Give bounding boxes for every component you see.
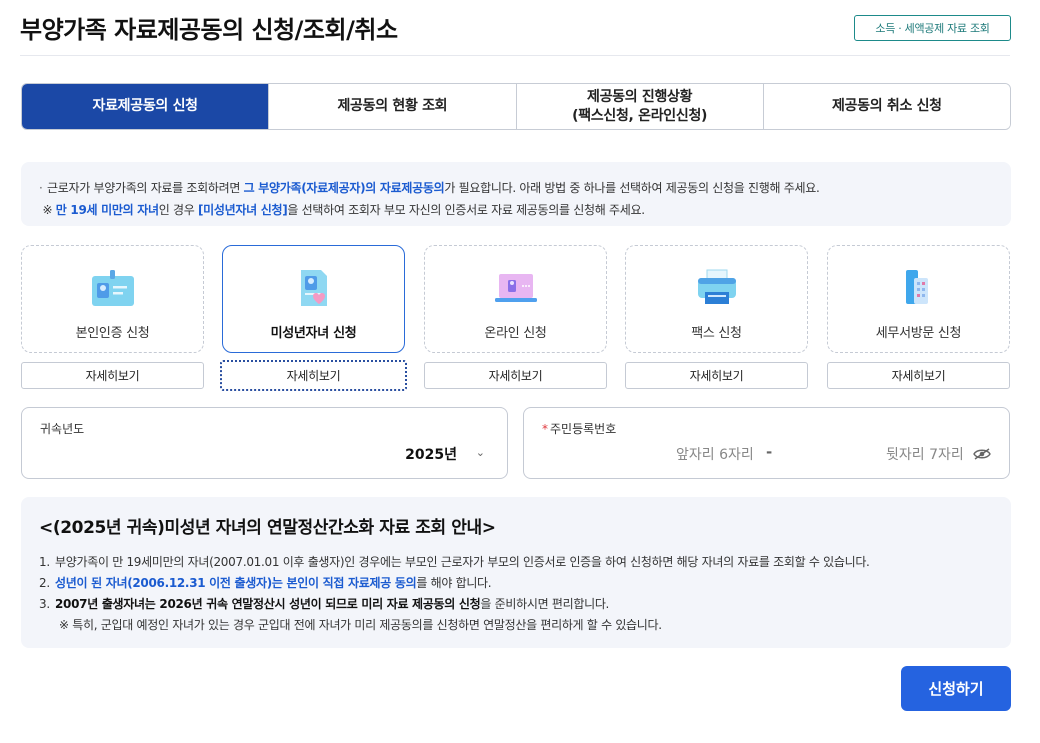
method-card-identity[interactable]: 본인인증 신청 — [21, 245, 204, 353]
tab-sublabel: (팩스신청, 온라인신청) — [572, 107, 708, 124]
year-label: 귀속년도 — [40, 422, 85, 436]
notice-line-2: ※ 만 19세 미만의 자녀인 경우 [미성년자녀 신청]을 선택하여 조회자 … — [42, 203, 646, 217]
rrn-field: * 주민등록번호 앞자리 6자리 - 뒷자리 7자리 — [523, 407, 1010, 479]
title-divider — [20, 55, 1010, 56]
rrn-label: * 주민등록번호 — [542, 422, 617, 436]
rrn-separator: - — [766, 443, 773, 461]
method-label: 팩스 신청 — [691, 326, 742, 341]
info-title: <(2025년 귀속)미성년 자녀의 연말정산간소화 자료 조회 안내> — [39, 518, 496, 538]
rrn-front-input[interactable]: 앞자리 6자리 — [676, 444, 754, 464]
rrn-back-input[interactable]: 뒷자리 7자리 — [886, 444, 964, 464]
detail-button-tax-office[interactable]: 자세히보기 — [827, 362, 1010, 389]
detail-button-online[interactable]: 자세히보기 — [424, 362, 607, 389]
deduction-lookup-link[interactable]: 소득 · 세액공제 자료 조회 — [854, 15, 1011, 41]
tab-consent-cancel[interactable]: 제공동의 취소 신청 — [762, 84, 1010, 129]
detail-button-minor-child[interactable]: 자세히보기 — [220, 360, 407, 391]
required-mark: * — [542, 422, 548, 436]
info-item-3: 3. 2007년 출생자녀는 2026년 귀속 연말정산시 성년이 되므로 미리 … — [39, 597, 610, 611]
tab-bar: 자료제공동의 신청 제공동의 현황 조회 제공동의 진행상황 (팩스신청, 온라… — [21, 83, 1011, 130]
building-icon — [896, 268, 942, 308]
tab-label: 자료제공동의 신청 — [92, 98, 199, 115]
id-card-icon — [90, 268, 136, 308]
tab-label: 제공동의 진행상황 — [587, 88, 693, 105]
tab-consent-apply[interactable]: 자료제공동의 신청 — [22, 84, 269, 129]
tab-label: 제공동의 취소 신청 — [831, 98, 942, 115]
tab-consent-status[interactable]: 제공동의 현황 조회 — [268, 84, 516, 129]
submit-button[interactable]: 신청하기 — [901, 666, 1011, 711]
eye-off-icon[interactable] — [973, 448, 991, 460]
method-label: 세무서방문 신청 — [875, 326, 962, 341]
info-list: 1. 부양가족이 만 19세미만의 자녀(2007.01.01 이후 출생자)인 … — [39, 552, 993, 636]
fax-icon — [694, 268, 740, 308]
detail-button-fax[interactable]: 자세히보기 — [625, 362, 808, 389]
notice-line-1: · 근로자가 부양가족의 자료를 조회하려면 그 부양가족(자료제공자)의 자료제… — [39, 181, 820, 195]
guide-notice: · 근로자가 부양가족의 자료를 조회하려면 그 부양가족(자료제공자)의 자료제… — [21, 162, 1011, 226]
method-label: 본인인증 신청 — [75, 326, 150, 341]
tab-consent-progress[interactable]: 제공동의 진행상황 (팩스신청, 온라인신청) — [515, 84, 763, 129]
detail-button-identity[interactable]: 자세히보기 — [21, 362, 204, 389]
method-label: 미성년자녀 신청 — [270, 326, 357, 341]
method-card-minor-child[interactable]: 미성년자녀 신청 — [222, 245, 405, 353]
year-value: 2025년 — [405, 447, 457, 463]
minor-child-info: <(2025년 귀속)미성년 자녀의 연말정산간소화 자료 조회 안내> 1. 부… — [21, 497, 1011, 648]
year-select[interactable]: 귀속년도 2025년 ⌄ — [21, 407, 508, 479]
tab-label: 제공동의 현황 조회 — [337, 98, 448, 115]
page-title: 부양가족 자료제공동의 신청/조회/취소 — [20, 16, 398, 44]
method-card-fax[interactable]: 팩스 신청 — [625, 245, 808, 353]
method-card-online[interactable]: 온라인 신청 — [424, 245, 607, 353]
info-note: ※ 특히, 군입대 예정인 자녀가 있는 경우 군입대 전에 자녀가 미리 제공… — [59, 618, 662, 632]
info-item-1: 1. 부양가족이 만 19세미만의 자녀(2007.01.01 이후 출생자)인 … — [39, 555, 870, 569]
method-label: 온라인 신청 — [484, 326, 547, 341]
document-heart-icon — [291, 268, 337, 308]
laptop-icon — [493, 268, 539, 308]
chevron-down-icon: ⌄ — [475, 446, 485, 459]
method-card-tax-office[interactable]: 세무서방문 신청 — [827, 245, 1010, 353]
info-item-2: 2. 성년이 된 자녀(2006.12.31 이전 출생자)는 본인이 직접 자료… — [39, 576, 492, 590]
